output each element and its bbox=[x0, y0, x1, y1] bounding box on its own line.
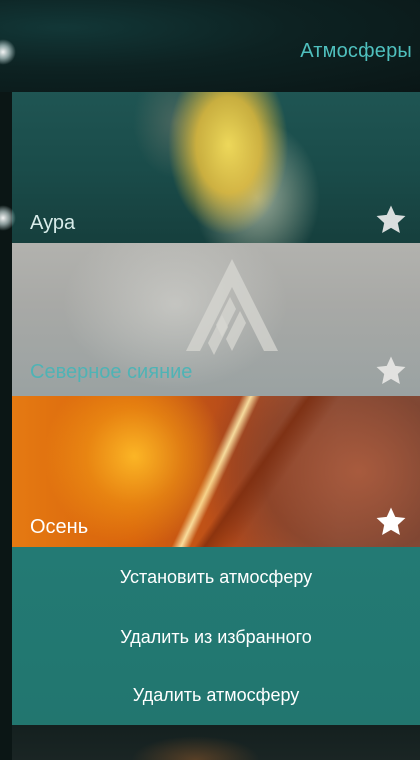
header: Атмосферы bbox=[0, 0, 420, 92]
menu-item-set-atmosphere[interactable]: Установить атмосферу bbox=[12, 567, 420, 588]
atmosphere-tile-partial[interactable] bbox=[12, 725, 420, 760]
atmosphere-tile-aura[interactable]: Аура bbox=[12, 92, 420, 243]
atmosphere-tile-label: Осень bbox=[30, 516, 89, 538]
atmosphere-tile-autumn[interactable]: Осень bbox=[12, 396, 420, 547]
atmosphere-tile-label: Северное сияние bbox=[30, 361, 193, 383]
atmosphere-tile-label: Аура bbox=[30, 212, 76, 234]
page-title: Атмосферы bbox=[300, 40, 412, 62]
favorite-star-icon[interactable] bbox=[374, 354, 408, 388]
context-menu: Установить атмосферу Удалить из избранно… bbox=[12, 547, 420, 725]
favorite-star-icon[interactable] bbox=[374, 505, 408, 539]
favorite-star-icon[interactable] bbox=[374, 203, 408, 237]
atmosphere-tile-northern-lights[interactable]: Северное сияние bbox=[12, 243, 420, 396]
menu-item-delete-atmosphere[interactable]: Удалить атмосферу bbox=[12, 685, 420, 706]
logo-icon bbox=[186, 259, 278, 355]
menu-item-remove-from-favorites[interactable]: Удалить из избранного bbox=[12, 627, 420, 648]
atmospheres-screen: Атмосферы Аура Северное сияние Осень Уст… bbox=[0, 0, 420, 760]
